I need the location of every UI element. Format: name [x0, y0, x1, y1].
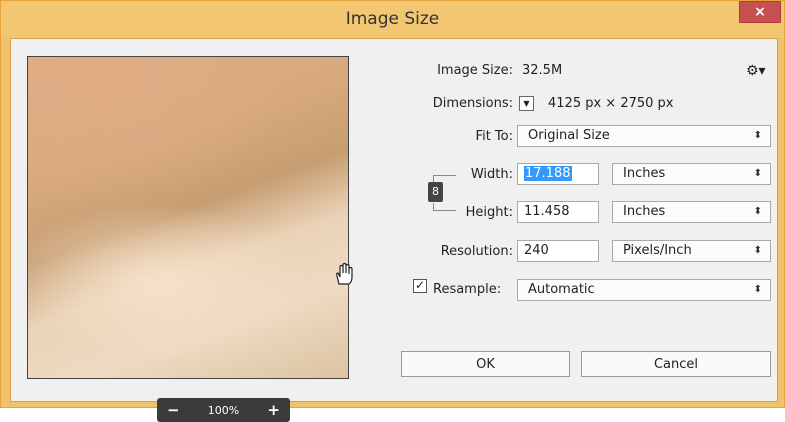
dimensions-toggle-icon[interactable]: ▼ [519, 96, 534, 111]
height-value: 11.458 [524, 204, 570, 219]
updown-arrow-icon: ⬍ [753, 245, 762, 256]
image-preview[interactable]: − 100% + [27, 56, 349, 422]
title-bar[interactable]: Image Size × [1, 1, 784, 38]
hand-cursor-icon [336, 262, 353, 285]
height-unit-select[interactable]: Inches ⬍ [612, 201, 771, 223]
width-label: Width: [470, 167, 513, 182]
resample-select[interactable]: Automatic ⬍ [517, 279, 771, 301]
updown-arrow-icon: ⬍ [753, 168, 762, 179]
updown-arrow-icon: ⬍ [753, 284, 762, 295]
fit-to-label: Fit To: [475, 129, 513, 144]
resample-value: Automatic [528, 282, 595, 297]
updown-arrow-icon: ⬍ [753, 130, 762, 141]
updown-arrow-icon: ⬍ [753, 206, 762, 217]
dimensions-label: Dimensions: [432, 96, 513, 111]
height-label: Height: [465, 205, 513, 220]
fit-to-select[interactable]: Original Size ⬍ [517, 125, 771, 147]
zoom-level: 100% [207, 403, 240, 417]
resample-label: Resample: [433, 282, 502, 297]
chain-link-icon[interactable]: 8 [428, 182, 443, 202]
height-input[interactable]: 11.458 [517, 201, 599, 223]
width-unit-select[interactable]: Inches ⬍ [612, 163, 771, 185]
width-input[interactable]: 17.188 [517, 163, 599, 185]
image-size-value: 32.5M [522, 63, 563, 78]
resample-checkbox[interactable]: ✓ [413, 279, 427, 293]
image-size-dialog: Image Size × − 100% + Image Size: 32.5M … [0, 0, 785, 422]
dimensions-value: 4125 px × 2750 px [548, 96, 674, 111]
zoom-out-button[interactable]: − [167, 402, 180, 418]
resolution-value: 240 [524, 243, 549, 258]
resolution-label: Resolution: [440, 244, 513, 259]
height-unit-value: Inches [623, 204, 666, 219]
image-size-label: Image Size: [437, 63, 513, 78]
width-value: 17.188 [524, 166, 572, 181]
zoom-in-button[interactable]: + [267, 402, 280, 418]
width-unit-value: Inches [623, 166, 666, 181]
window-title: Image Size [345, 9, 440, 29]
ok-button[interactable]: OK [401, 351, 570, 377]
resolution-input[interactable]: 240 [517, 240, 599, 262]
resolution-unit-select[interactable]: Pixels/Inch ⬍ [612, 240, 771, 262]
fit-to-value: Original Size [528, 128, 610, 143]
close-button[interactable]: × [739, 1, 781, 23]
gear-icon[interactable]: ⚙▾ [746, 63, 766, 79]
resolution-unit-value: Pixels/Inch [623, 243, 692, 258]
cancel-button[interactable]: Cancel [581, 351, 771, 377]
zoom-control: − 100% + [157, 398, 290, 422]
